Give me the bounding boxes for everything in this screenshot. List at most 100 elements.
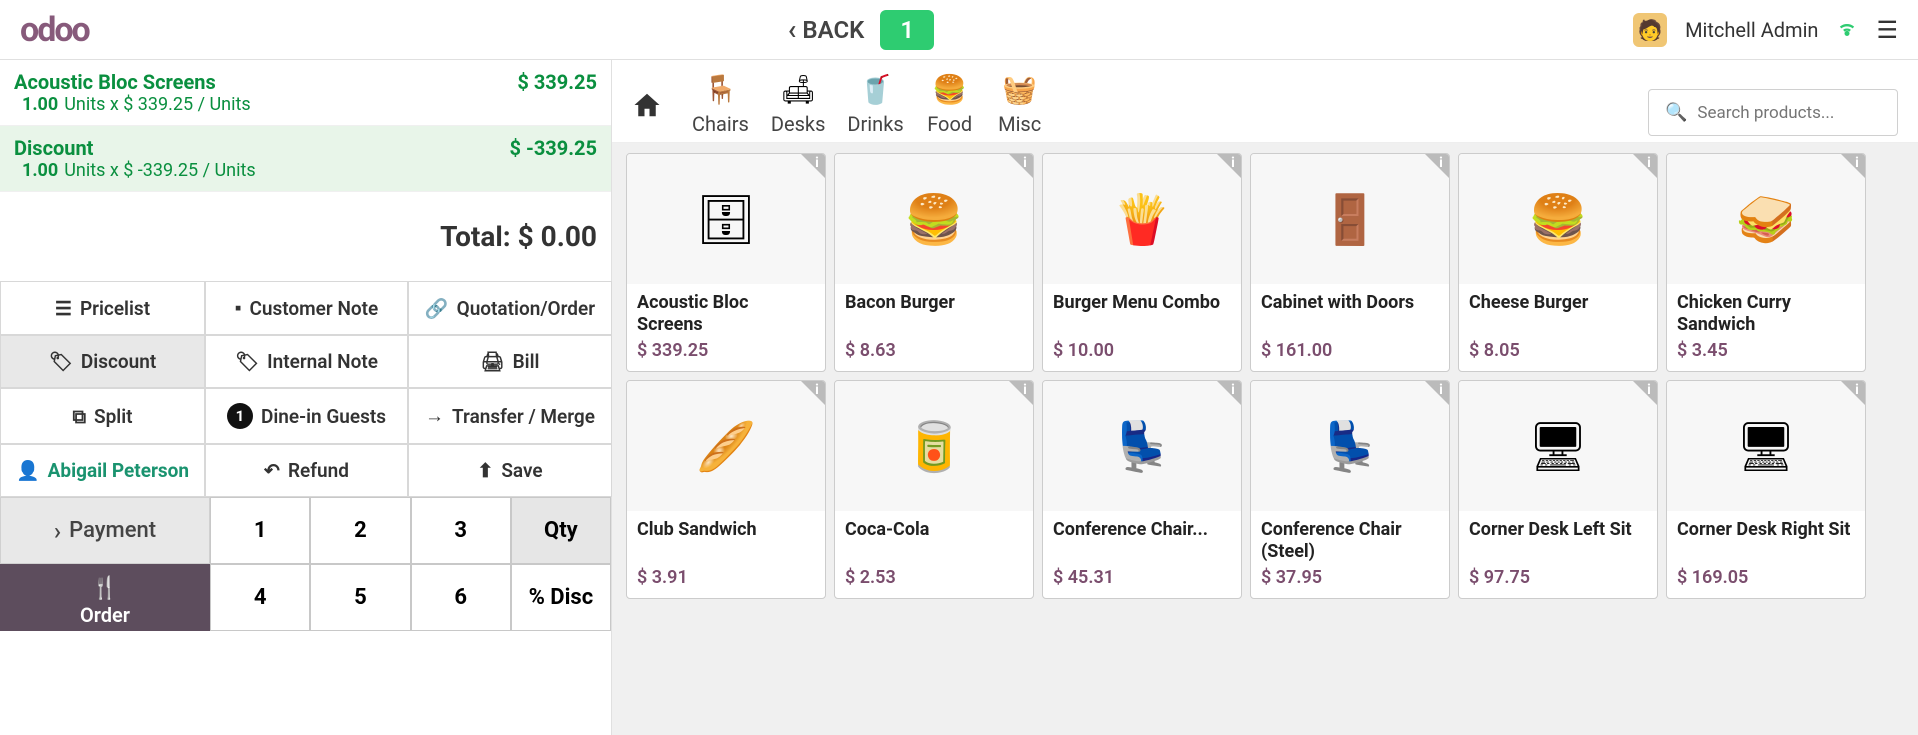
info-icon[interactable]: i: [1009, 154, 1033, 178]
numpad-4[interactable]: 4: [210, 564, 310, 631]
product-emoji: 🥪: [1736, 191, 1796, 248]
product-card[interactable]: 🚪 i Cabinet with Doors $ 161.00: [1250, 153, 1450, 372]
product-name: Coca-Cola: [845, 519, 1023, 563]
product-emoji: 💺: [1320, 418, 1380, 475]
info-icon[interactable]: i: [1633, 381, 1657, 405]
product-price: $ 339.25: [637, 340, 815, 361]
info-icon[interactable]: i: [1841, 381, 1865, 405]
quotation-button[interactable]: 🔗Quotation/Order: [408, 281, 612, 335]
numpad-disc[interactable]: % Disc: [511, 564, 611, 631]
product-price: $ 45.31: [1053, 567, 1231, 588]
product-name: Club Sandwich: [637, 519, 815, 563]
info-icon[interactable]: i: [1425, 381, 1449, 405]
action-grid: ☰Pricelist ▪Customer Note 🔗Quotation/Ord…: [0, 281, 611, 497]
product-image: 🖥 i: [1459, 381, 1657, 511]
product-image: 💺 i: [1043, 381, 1241, 511]
product-card[interactable]: 🥪 i Chicken Curry Sandwich $ 3.45: [1666, 153, 1866, 372]
category-label: Chairs: [692, 112, 749, 136]
category-desks[interactable]: 🛋 Desks: [771, 70, 826, 136]
product-card[interactable]: 🍟 i Burger Menu Combo $ 10.00: [1042, 153, 1242, 372]
split-button[interactable]: ⧉Split: [0, 388, 205, 444]
info-icon[interactable]: i: [1841, 154, 1865, 178]
refund-button[interactable]: ↶Refund: [205, 444, 408, 497]
product-image: 🖥 i: [1667, 381, 1865, 511]
numpad-qty[interactable]: Qty: [511, 497, 611, 564]
product-name: Corner Desk Right Sit: [1677, 519, 1855, 563]
pricelist-button[interactable]: ☰Pricelist: [0, 281, 205, 335]
guests-button[interactable]: 1Dine-in Guests: [205, 388, 408, 444]
product-image: 🥪 i: [1667, 154, 1865, 284]
product-emoji: 💺: [1112, 418, 1172, 475]
link-icon: 🔗: [425, 297, 449, 320]
undo-icon: ↶: [264, 459, 280, 482]
order-line-name: Discount: [14, 136, 93, 160]
info-icon[interactable]: i: [1633, 154, 1657, 178]
search-input[interactable]: [1697, 103, 1881, 123]
product-image: 🥫 i: [835, 381, 1033, 511]
order-line[interactable]: Acoustic Bloc Screens $ 339.25 1.00Units…: [0, 60, 611, 126]
hamburger-icon[interactable]: ☰: [1876, 16, 1898, 44]
internal-note-button[interactable]: 🏷Internal Note: [205, 335, 408, 388]
info-icon[interactable]: i: [1425, 154, 1449, 178]
discount-button[interactable]: 🏷Discount: [0, 335, 205, 388]
product-price: $ 10.00: [1053, 340, 1231, 361]
username[interactable]: Mitchell Admin: [1685, 18, 1818, 42]
product-card[interactable]: 🍔 i Bacon Burger $ 8.63: [834, 153, 1034, 372]
payment-button[interactable]: ›Payment: [0, 497, 210, 564]
back-button[interactable]: ‹ BACK: [788, 13, 865, 46]
bill-button[interactable]: 🖨Bill: [408, 335, 612, 388]
category-icon: 🍔: [926, 70, 974, 108]
order-line[interactable]: Discount $ -339.25 1.00Units x $ -339.25…: [0, 126, 611, 192]
category-misc[interactable]: 🧺 Misc: [996, 70, 1044, 136]
order-line-detail: 1.00Units x $ -339.25 / Units: [14, 160, 597, 181]
order-tab[interactable]: 🍴 Order: [0, 564, 210, 631]
info-icon[interactable]: i: [801, 154, 825, 178]
customer-button[interactable]: 👤Abigail Peterson: [0, 444, 205, 497]
order-line-name: Acoustic Bloc Screens: [14, 70, 216, 94]
product-image: 🗄 i: [627, 154, 825, 284]
category-list: 🪑 Chairs 🛋 Desks 🥤 Drinks 🍔 Food 🧺 Misc: [692, 70, 1044, 136]
product-card[interactable]: 💺 i Conference Chair... $ 45.31: [1042, 380, 1242, 599]
category-food[interactable]: 🍔 Food: [926, 70, 974, 136]
category-icon: 🛋: [774, 70, 822, 108]
category-icon: 🥤: [852, 70, 900, 108]
chevron-right-icon: ›: [54, 517, 61, 545]
info-icon[interactable]: i: [1217, 154, 1241, 178]
product-card[interactable]: 🍔 i Cheese Burger $ 8.05: [1458, 153, 1658, 372]
product-card[interactable]: 🗄 i Acoustic Bloc Screens $ 339.25: [626, 153, 826, 372]
product-card[interactable]: 🥫 i Coca-Cola $ 2.53: [834, 380, 1034, 599]
product-price: $ 8.05: [1469, 340, 1647, 361]
print-icon: 🖨: [481, 350, 505, 373]
table-badge[interactable]: 1: [880, 10, 934, 50]
product-emoji: 🗄: [696, 191, 757, 248]
info-icon[interactable]: i: [801, 381, 825, 405]
transfer-button[interactable]: →Transfer / Merge: [408, 388, 612, 444]
category-chairs[interactable]: 🪑 Chairs: [692, 70, 749, 136]
product-emoji: 🥖: [696, 418, 756, 475]
order-line-price: $ -339.25: [510, 136, 598, 160]
numpad-1[interactable]: 1: [210, 497, 310, 564]
home-icon[interactable]: [632, 90, 662, 136]
numpad-3[interactable]: 3: [411, 497, 511, 564]
search-box[interactable]: 🔍: [1648, 89, 1898, 136]
avatar[interactable]: 🧑: [1633, 13, 1667, 47]
info-icon[interactable]: i: [1009, 381, 1033, 405]
numpad-6[interactable]: 6: [411, 564, 511, 631]
product-grid: 🗄 i Acoustic Bloc Screens $ 339.25 🍔 i B…: [612, 143, 1918, 735]
numpad-5[interactable]: 5: [310, 564, 410, 631]
upload-icon: ⬆: [477, 459, 493, 482]
customer-note-button[interactable]: ▪Customer Note: [205, 281, 408, 335]
order-lines: Acoustic Bloc Screens $ 339.25 1.00Units…: [0, 60, 611, 192]
product-card[interactable]: 💺 i Conference Chair (Steel) $ 37.95: [1250, 380, 1450, 599]
save-button[interactable]: ⬆Save: [408, 444, 612, 497]
category-icon: 🪑: [696, 70, 744, 108]
order-total: Total: $ 0.00: [0, 192, 611, 281]
category-icon: 🧺: [996, 70, 1044, 108]
product-card[interactable]: 🥖 i Club Sandwich $ 3.91: [626, 380, 826, 599]
info-icon[interactable]: i: [1217, 381, 1241, 405]
payment-row: ›Payment 🍴 Order 1 2 3 Qty 4 5 6 % Disc: [0, 497, 611, 631]
product-card[interactable]: 🖥 i Corner Desk Right Sit $ 169.05: [1666, 380, 1866, 599]
category-drinks[interactable]: 🥤 Drinks: [847, 70, 903, 136]
numpad-2[interactable]: 2: [310, 497, 410, 564]
product-card[interactable]: 🖥 i Corner Desk Left Sit $ 97.75: [1458, 380, 1658, 599]
